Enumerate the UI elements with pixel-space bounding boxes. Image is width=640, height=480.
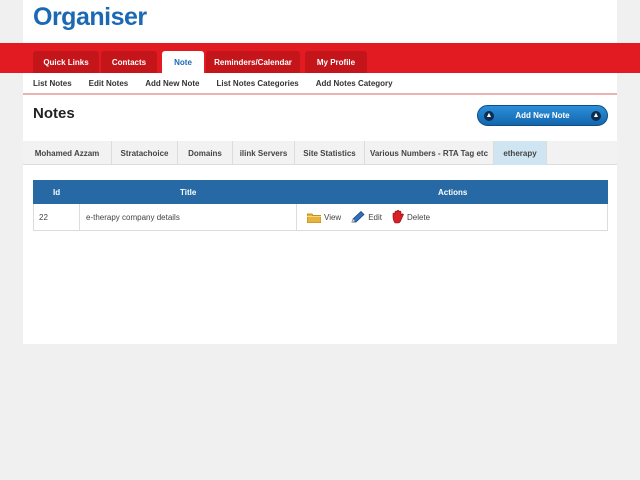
category-tab-stratachoice[interactable]: Stratachoice [112,141,178,165]
subnav-edit-notes[interactable]: Edit Notes [89,79,129,88]
page-title: Notes [33,105,75,122]
app-logo[interactable]: Organiser [33,3,147,32]
row-title: e-therapy company details [86,212,180,222]
tab-contacts[interactable]: Contacts [101,51,157,73]
table-header: Id Title Actions [33,180,608,204]
category-tab-ilink-servers[interactable]: ilink Servers [233,141,295,165]
category-tab-various-numbers[interactable]: Various Numbers - RTA Tag etc [365,141,494,165]
view-label: View [324,212,342,222]
add-new-note-label: Add New Note [515,111,570,120]
tab-note[interactable]: Note [162,51,204,73]
stop-hand-icon [392,210,404,224]
edit-action[interactable]: Edit [351,211,382,223]
tab-reminders-calendar[interactable]: Reminders/Calendar [206,51,300,73]
column-header-actions: Actions [438,188,468,197]
delete-label: Delete [407,212,431,222]
category-tabs: Mohamed Azzam Stratachoice Domains ilink… [23,141,617,165]
view-action[interactable]: View [307,212,341,223]
category-tab-etherapy[interactable]: etherapy [494,141,547,165]
sub-nav: List Notes Edit Notes Add New Note List … [23,73,617,95]
subnav-add-notes-category[interactable]: Add Notes Category [316,79,393,88]
row-actions: View Edit Delete [307,204,440,230]
subnav-list-notes[interactable]: List Notes [33,79,72,88]
table-row: 22 e-therapy company details View Edit D… [33,204,608,231]
category-tab-domains[interactable]: Domains [178,141,233,165]
notes-table: Id Title Actions 22 e-therapy company de… [33,180,608,231]
subnav-list-notes-categories[interactable]: List Notes Categories [216,79,298,88]
row-id: 22 [39,212,48,222]
column-header-id: Id [53,188,61,197]
edit-label: Edit [368,212,382,222]
edit-pencil-icon [351,211,365,223]
category-tab-site-statistics[interactable]: Site Statistics [295,141,365,165]
tab-quick-links[interactable]: Quick Links [33,51,99,73]
category-tab-mohamed-azzam[interactable]: Mohamed Azzam [23,141,112,165]
folder-icon [307,213,321,223]
add-new-note-button[interactable]: ▲ Add New Note ▲ [477,105,608,126]
delete-action[interactable]: Delete [392,210,430,224]
column-header-title: Title [180,188,197,197]
tab-my-profile[interactable]: My Profile [305,51,367,73]
arrow-up-icon: ▲ [591,111,601,121]
subnav-add-new-note[interactable]: Add New Note [145,79,199,88]
arrow-up-icon: ▲ [484,111,494,121]
